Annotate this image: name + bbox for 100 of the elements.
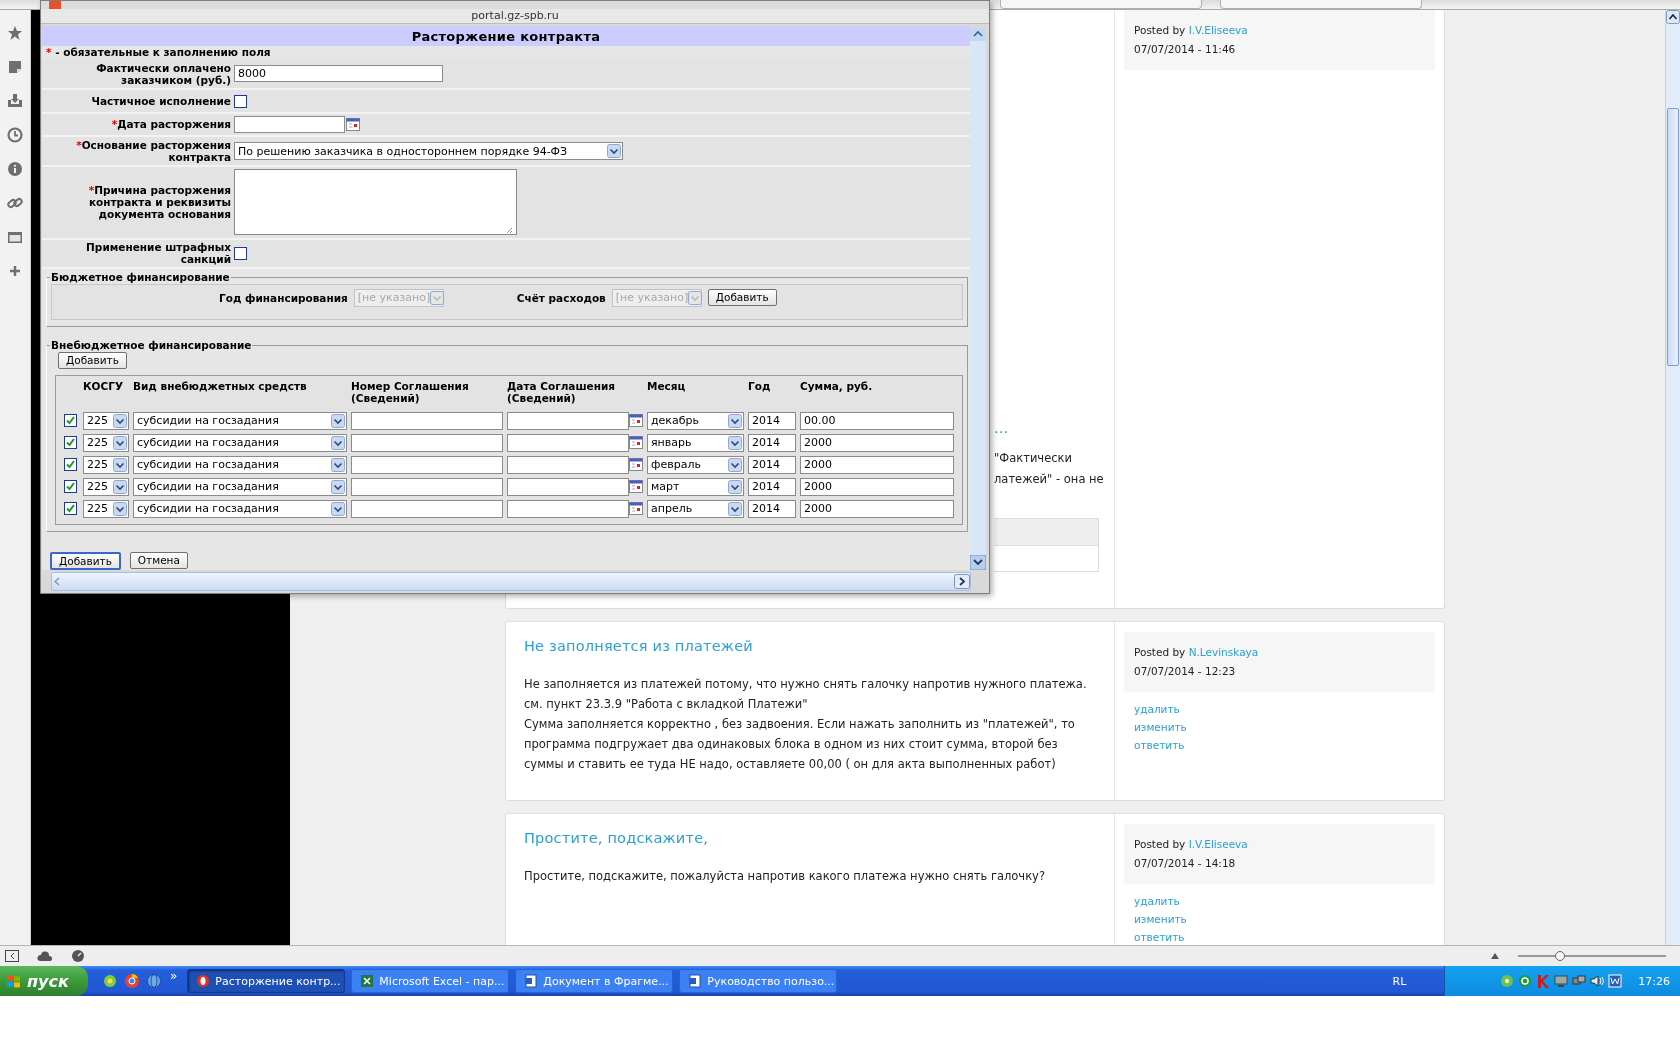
- dropdown[interactable]: 225: [83, 434, 129, 452]
- dropdown[interactable]: январь: [647, 434, 744, 452]
- calendar-icon[interactable]: [629, 502, 643, 516]
- text-field[interactable]: 2014: [748, 456, 796, 474]
- scrollbar[interactable]: [970, 28, 986, 570]
- calendar-icon[interactable]: [629, 414, 643, 428]
- flower-icon[interactable]: [102, 973, 118, 989]
- text-field[interactable]: [351, 456, 503, 474]
- add-button[interactable]: Добавить: [58, 352, 127, 369]
- dropdown[interactable]: 225: [83, 412, 129, 430]
- dropdown[interactable]: По решению заказчика в одностороннем порядке 94-ФЗ: [234, 142, 623, 161]
- scroll-down-icon[interactable]: [970, 555, 986, 570]
- star-icon[interactable]: [7, 25, 23, 41]
- more-button[interactable]: »: [170, 969, 178, 983]
- note-icon[interactable]: [7, 59, 23, 75]
- dropdown[interactable]: 225: [83, 478, 129, 496]
- circle-icon[interactable]: [1518, 974, 1533, 988]
- checkbox[interactable]: [64, 502, 77, 516]
- column-header: Год: [748, 379, 772, 394]
- dropdown[interactable]: субсидии на госзадания: [133, 478, 347, 496]
- text-field[interactable]: 2014: [748, 500, 796, 518]
- text-field[interactable]: 00.00: [800, 412, 954, 430]
- text-field[interactable]: 2000: [800, 434, 954, 452]
- download-icon[interactable]: [7, 93, 23, 109]
- text-field[interactable]: 2000: [800, 478, 954, 496]
- taskbar-button[interactable]: Расторжение контр...: [187, 969, 346, 993]
- horizontal-scrollbar[interactable]: [51, 572, 971, 591]
- dropdown[interactable]: декабрь: [647, 412, 744, 430]
- calendar-icon[interactable]: [629, 480, 643, 494]
- date-field[interactable]: [507, 500, 629, 518]
- post-date: 07/07/2014 - 12:23: [1134, 664, 1237, 679]
- text-field[interactable]: 2000: [800, 500, 954, 518]
- date-field[interactable]: [507, 456, 629, 474]
- expand-up-icon[interactable]: [1490, 952, 1500, 960]
- section-legend: Внебюджетное финансирование: [51, 339, 252, 351]
- checkbox[interactable]: [64, 414, 77, 428]
- date-field[interactable]: [507, 478, 629, 496]
- text-field[interactable]: 8000: [234, 65, 443, 83]
- text-field[interactable]: [351, 478, 503, 496]
- word-icon[interactable]: [1608, 974, 1623, 988]
- submit-button[interactable]: Добавить: [50, 552, 121, 570]
- text-field[interactable]: [351, 500, 503, 518]
- checkbox[interactable]: [234, 94, 247, 108]
- cloud-icon[interactable]: [37, 950, 53, 962]
- field-label: Год финансирования: [219, 292, 348, 304]
- dropdown[interactable]: 225: [83, 456, 129, 474]
- taskbar-button[interactable]: Документ в Фрагме...: [515, 969, 674, 993]
- text-field[interactable]: [351, 434, 503, 452]
- globe-icon[interactable]: [146, 973, 162, 989]
- checkbox[interactable]: [234, 246, 247, 260]
- dropdown[interactable]: субсидии на госзадания: [133, 456, 347, 474]
- window-icon[interactable]: [7, 229, 23, 245]
- text-field[interactable]: [351, 412, 503, 430]
- clock-icon[interactable]: [7, 127, 23, 143]
- speaker-icon[interactable]: [1590, 974, 1605, 988]
- checkbox[interactable]: [64, 480, 77, 494]
- scrollbar[interactable]: [1665, 10, 1680, 945]
- language-indicator[interactable]: RL: [1392, 974, 1407, 988]
- dropdown[interactable]: апрель: [647, 500, 744, 518]
- field-label: Применение штрафных санкций: [85, 241, 231, 266]
- text-field[interactable]: 2014: [748, 412, 796, 430]
- link-icon[interactable]: [7, 195, 23, 211]
- calendar-icon[interactable]: [629, 458, 643, 472]
- network-icon[interactable]: [1572, 974, 1587, 988]
- dropdown[interactable]: 225: [83, 500, 129, 518]
- scrollbar-thumb[interactable]: [1667, 108, 1679, 366]
- scroll-up-icon[interactable]: [1666, 10, 1680, 24]
- text-area[interactable]: [234, 169, 517, 236]
- start-button[interactable]: пуск: [0, 966, 88, 996]
- dropdown[interactable]: субсидии на госзадания: [133, 412, 347, 430]
- scroll-right-icon[interactable]: [954, 574, 970, 589]
- panel-toggle-icon[interactable]: [5, 950, 19, 962]
- slider-thumb[interactable]: [1555, 951, 1566, 961]
- dropdown[interactable]: март: [647, 478, 744, 496]
- add-button[interactable]: Добавить: [707, 289, 777, 306]
- checkbox[interactable]: [64, 436, 77, 450]
- flower-icon[interactable]: [1500, 974, 1515, 988]
- dropdown[interactable]: субсидии на госзадания: [133, 434, 347, 452]
- required-note: * - обязательные к заполнению поля: [45, 46, 272, 60]
- cancel-button[interactable]: Отмена: [129, 552, 188, 569]
- date-field[interactable]: [234, 115, 345, 133]
- taskbar-button[interactable]: Руководство пользо...: [679, 969, 838, 993]
- text-field[interactable]: 2014: [748, 478, 796, 496]
- scroll-left-icon[interactable]: [52, 575, 62, 588]
- checkbox[interactable]: [64, 458, 77, 472]
- info-icon[interactable]: [7, 161, 23, 177]
- text-field[interactable]: 2000: [800, 456, 954, 474]
- dropdown[interactable]: субсидии на госзадания: [133, 500, 347, 518]
- monitor-icon[interactable]: [1554, 974, 1569, 988]
- calendar-icon[interactable]: [346, 117, 360, 131]
- post-date: 07/07/2014 - 14:18: [1134, 856, 1237, 871]
- taskbar-button[interactable]: Microsoft Excel - пар...: [351, 969, 510, 993]
- date-field[interactable]: [507, 412, 629, 430]
- globe-icon[interactable]: [124, 973, 140, 989]
- plus-icon[interactable]: [7, 263, 23, 279]
- dropdown[interactable]: февраль: [647, 456, 744, 474]
- text-field[interactable]: 2014: [748, 434, 796, 452]
- calendar-icon[interactable]: [629, 436, 643, 450]
- date-field[interactable]: [507, 434, 629, 452]
- speedometer-icon[interactable]: [71, 949, 85, 963]
